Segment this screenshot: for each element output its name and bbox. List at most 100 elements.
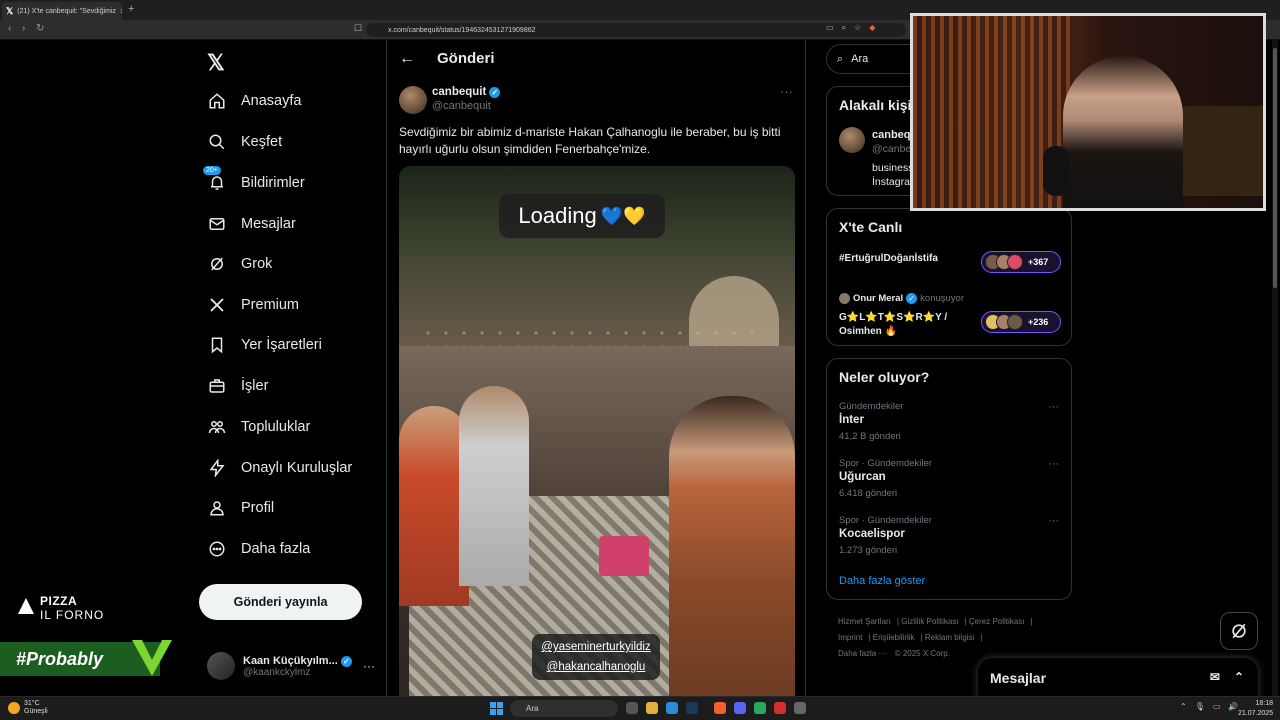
copyright: © 2025 X Corp. (894, 649, 950, 658)
volume-icon[interactable]: 🔊 (1228, 702, 1238, 711)
tweet-author-handle[interactable]: @canbequit (432, 100, 491, 112)
trend-count: 41,2 B gönderi (839, 431, 901, 442)
sidebar-item-label: Mesajlar (241, 216, 296, 232)
live-host[interactable]: Onur Meral ✓ konuşuyor (839, 293, 964, 304)
x-logo-icon[interactable]: 𝕏 (207, 50, 225, 76)
sidebar-item-profile[interactable]: Profil (207, 493, 274, 523)
footer-link[interactable]: Erişilebilirlik (873, 633, 915, 642)
sidebar-item-bookmarks[interactable]: Yer İşaretleri (207, 330, 322, 360)
scrollbar-thumb[interactable] (1273, 48, 1277, 288)
network-icon[interactable]: ▭ (1213, 702, 1221, 711)
footer-link[interactable]: Reklam bilgisi (925, 633, 974, 642)
star-icon[interactable]: ☆ (854, 23, 861, 33)
live-topic-line: G⭐L⭐T⭐S⭐R⭐Y / (839, 312, 948, 323)
footer-link[interactable]: Imprint (838, 633, 862, 642)
whatsapp-icon[interactable] (754, 702, 766, 714)
tweet-author-name-row[interactable]: canbequit ✓ (432, 86, 501, 98)
brave-shield-icon[interactable]: ◆ (869, 23, 875, 33)
sidebar-item-grok[interactable]: Grok (207, 249, 272, 279)
trend-name[interactable]: Uğurcan (839, 471, 886, 483)
screen-icon[interactable]: ▭ (826, 23, 834, 33)
footer-link[interactable]: Çerez Politikası (969, 617, 1025, 626)
page-title: Gönderi (437, 50, 495, 67)
sidebar-item-more[interactable]: Daha fazla (207, 534, 310, 564)
show-more-link[interactable]: Daha fazla göster (839, 575, 925, 587)
messages-drawer-title: Mesajlar (990, 670, 1047, 686)
trend-count: 6.418 gönderi (839, 488, 898, 499)
tweet-author-name: canbequit (432, 86, 487, 98)
live-topic-line: Osimhen 🔥 (839, 326, 898, 337)
more-dots-icon[interactable]: ··· (1048, 515, 1059, 527)
brave-browser-icon[interactable] (714, 702, 726, 714)
pizza-triangle-icon (18, 598, 34, 614)
tab-title: (21) X'te canbequit: "Sevdiğimiz (17, 7, 117, 15)
more-dots-icon[interactable]: ··· (1048, 401, 1059, 413)
chevron-up-icon[interactable]: ⌃ (1234, 670, 1244, 684)
bookmark-page-icon[interactable]: ☐ (354, 23, 362, 34)
live-listeners-pill[interactable]: +367 (981, 251, 1061, 273)
footer-link[interactable]: Gizlilik Politikası (901, 617, 958, 626)
steam-icon[interactable] (686, 702, 698, 714)
footer-link[interactable]: Daha fazla ··· (838, 649, 886, 658)
sidebar-item-home[interactable]: Anasayfa (207, 86, 301, 116)
file-explorer-icon[interactable] (646, 702, 658, 714)
sidebar-item-label: Grok (241, 256, 273, 272)
trend-name[interactable]: İnter (839, 414, 864, 426)
live-topic[interactable]: G⭐L⭐T⭐S⭐R⭐Y / Osimhen 🔥 (839, 311, 947, 339)
clock-time: 18:18 (1255, 700, 1274, 707)
weather-widget[interactable]: 31°C Güneşli (8, 700, 48, 716)
clock[interactable]: 18:18 21.07.2025 (1238, 699, 1273, 719)
taskbar-search[interactable]: Ara (510, 700, 618, 717)
post-button[interactable]: Gönderi yayınla (199, 584, 362, 620)
browser-tab[interactable]: 𝕏 (21) X'te canbequit: "Sevdiğimiz × (2, 2, 122, 20)
chevron-up-icon[interactable]: ⌃ (1180, 702, 1187, 711)
search-icon (207, 132, 227, 152)
zoom-icon[interactable]: ⌕ (842, 23, 846, 33)
loading-text: Loading (518, 203, 597, 228)
app-icon[interactable] (774, 702, 786, 714)
sidebar-item-explore[interactable]: Keşfet (207, 127, 282, 157)
trends-card: Neler oluyor? Gündemdekiler İnter 41,2 B… (826, 358, 1072, 600)
sidebar-item-notifications[interactable]: 20+ Bildirimler (203, 166, 305, 198)
windows-start-icon[interactable] (490, 702, 503, 715)
sidebar-item-label: Daha fazla (241, 541, 311, 557)
new-message-icon[interactable]: ✉ (1210, 670, 1220, 684)
new-tab-icon[interactable]: + (128, 3, 134, 15)
grok-button[interactable] (1220, 612, 1258, 650)
app-icon[interactable] (666, 702, 678, 714)
live-topic[interactable]: #ErtuğrulDoğanİstifa (839, 253, 938, 264)
tweet-author-avatar[interactable] (399, 86, 427, 114)
back-arrow-icon[interactable]: ← (399, 50, 415, 68)
notification-badge: 20+ (203, 166, 221, 175)
trend-name[interactable]: Kocaelispor (839, 528, 905, 540)
grok-icon (207, 254, 227, 274)
account-switcher[interactable]: Kaan Küçükyılm... ✓ @kaankckylmz ··· (207, 648, 375, 684)
discord-icon[interactable] (734, 702, 746, 714)
sidebar-item-communities[interactable]: Topluluklar (207, 412, 310, 442)
sidebar-item-premium[interactable]: Premium (207, 290, 299, 320)
sidebar-item-messages[interactable]: Mesajlar (207, 209, 296, 239)
weather-temp: 31°C (24, 700, 40, 707)
grok-icon (1232, 623, 1246, 639)
tweet-photo[interactable]: Loading 💙💛 @yaseminerturkyildiz @hakanca… (399, 166, 795, 696)
mention-sticker: @yaseminerturkyildiz @hakancalhanoglu (532, 634, 660, 680)
sidebar-item-verified-orgs[interactable]: Onaylı Kuruluşlar (207, 453, 352, 483)
more-dots-icon[interactable]: ··· (780, 84, 793, 99)
reload-icon[interactable]: ↻ (36, 23, 44, 34)
more-dots-icon[interactable]: ··· (1048, 458, 1059, 470)
close-icon[interactable]: × (120, 6, 122, 16)
task-view-icon[interactable] (626, 702, 638, 714)
messages-drawer[interactable]: Mesajlar ✉ ⌃ (978, 658, 1258, 698)
sidebar-item-label: Bildirimler (241, 175, 305, 191)
url-field[interactable]: x.com/canbequit/status/19463245312719098… (366, 23, 906, 37)
mic-icon[interactable]: 🎙 (1195, 702, 1205, 711)
back-arrow-icon[interactable]: ‹ (8, 23, 11, 34)
settings-icon[interactable] (794, 702, 806, 714)
more-dots-icon[interactable]: ··· (363, 659, 375, 673)
sidebar-item-jobs[interactable]: İşler (207, 371, 268, 401)
footer-link[interactable]: Hizmet Şartları (838, 617, 891, 626)
host-name: Onur Meral (853, 293, 904, 304)
forward-arrow-icon[interactable]: › (22, 23, 25, 34)
avatar[interactable] (839, 127, 865, 153)
live-listeners-pill[interactable]: +236 (981, 311, 1061, 333)
